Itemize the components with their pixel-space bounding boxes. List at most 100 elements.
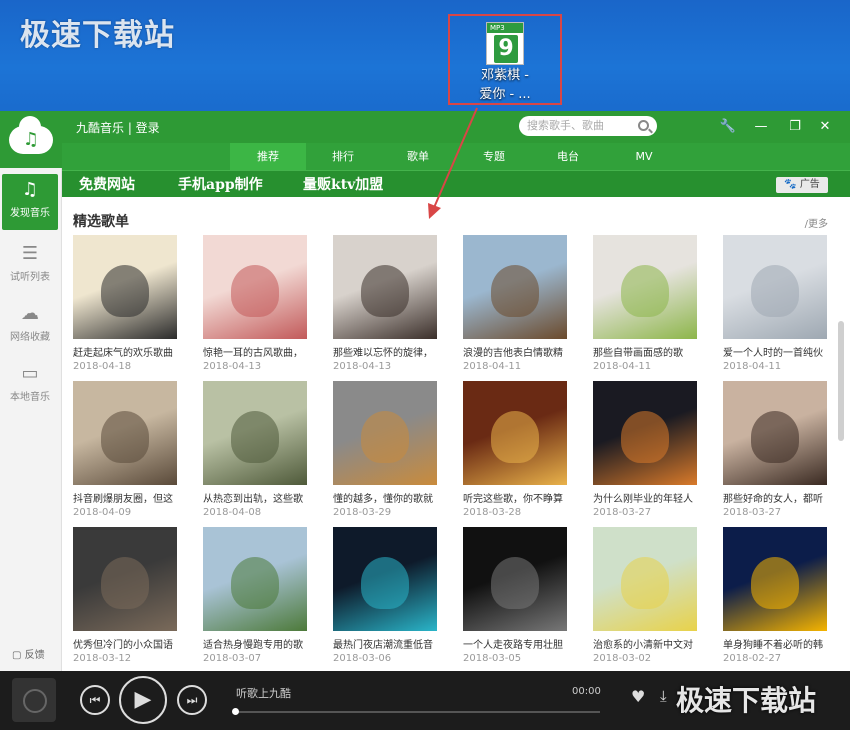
playlist-card[interactable]: 治愈系的小清新中文对 2018-03-02 [593, 527, 699, 666]
playlist-cover[interactable] [723, 527, 827, 631]
playlist-card[interactable]: 单身狗睡不着必听的韩 2018-02-27 [723, 527, 829, 666]
playlist-cover[interactable] [593, 527, 697, 631]
cover-art-shape [491, 557, 539, 609]
close-icon[interactable]: ✕ [815, 117, 835, 137]
playlist-card[interactable]: 抖音刷爆朋友圈，但这 2018-04-09 [73, 381, 179, 520]
desktop-mp3-file[interactable]: MP3 9 邓紫棋 - 爱你 - ... [448, 14, 562, 105]
tab-radio[interactable]: 电台 [530, 143, 606, 170]
playlist-title[interactable]: 赶走起床气的欢乐歌曲 [73, 347, 177, 360]
playlist-cover[interactable] [723, 381, 827, 485]
playlist-card[interactable]: 从热恋到出轨，这些歌 2018-04-08 [203, 381, 309, 520]
playlist-title[interactable]: 一个人走夜路专用壮胆 [463, 639, 567, 652]
sidebar-item-favorites[interactable]: ☁ 网络收藏 [2, 298, 58, 354]
playlist-cover[interactable] [463, 235, 567, 339]
playlist-cover[interactable] [73, 527, 177, 631]
sidebar-item-label: 网络收藏 [10, 332, 50, 343]
playlist-card[interactable]: 那些自带画面感的歌 2018-04-11 [593, 235, 699, 374]
tab-ranking[interactable]: 排行 [305, 143, 381, 170]
file-number-glyph: 9 [494, 35, 518, 63]
cover-art-shape [231, 265, 279, 317]
cover-art-shape [491, 265, 539, 317]
playlist-title[interactable]: 最热门夜店潮流重低音 [333, 639, 437, 652]
playlist-cover[interactable] [333, 381, 437, 485]
prev-button[interactable]: ⏮ [80, 685, 110, 715]
scrollbar-thumb[interactable] [838, 321, 844, 441]
playlist-title[interactable]: 从热恋到出轨，这些歌 [203, 493, 307, 506]
playlist-title[interactable]: 懂的越多，懂你的歌就 [333, 493, 437, 506]
playlist-cover[interactable] [203, 527, 307, 631]
playlist-title[interactable]: 优秀但冷门的小众国语 [73, 639, 177, 652]
playlist-title[interactable]: 那些难以忘怀的旋律， [333, 347, 437, 360]
playlist-card[interactable]: 惊艳一耳的古风歌曲， 2018-04-13 [203, 235, 309, 374]
tab-mv[interactable]: MV [606, 143, 682, 170]
feedback-link[interactable]: ▢ 反馈 [12, 646, 45, 661]
playlist-card[interactable]: 浪漫的吉他表白情歌精 2018-04-11 [463, 235, 569, 374]
list-icon: ☰ [21, 243, 39, 264]
playlist-cover[interactable] [203, 381, 307, 485]
playlist-title[interactable]: 那些好命的女人，都听 [723, 493, 827, 506]
play-icon: ▶ [134, 687, 152, 712]
playlist-title[interactable]: 抖音刷爆朋友圈，但这 [73, 493, 177, 506]
playlist-card[interactable]: 最热门夜店潮流重低音 2018-03-06 [333, 527, 439, 666]
promo-link-app[interactable]: 手机app制作 [178, 174, 263, 194]
playlist-card[interactable]: 优秀但冷门的小众国语 2018-03-12 [73, 527, 179, 666]
playlist-cover[interactable] [593, 381, 697, 485]
playlist-title[interactable]: 浪漫的吉他表白情歌精 [463, 347, 567, 360]
playlist-cover[interactable] [333, 235, 437, 339]
sidebar-item-listen-list[interactable]: ☰ 试听列表 [2, 238, 58, 294]
playlist-cover[interactable] [73, 381, 177, 485]
search-input[interactable]: 搜索歌手、歌曲 [519, 116, 657, 136]
wrench-icon[interactable]: 🔧 [718, 117, 738, 137]
playlist-card[interactable]: 为什么刚毕业的年轻人 2018-03-27 [593, 381, 699, 520]
tab-topics[interactable]: 专题 [456, 143, 532, 170]
playlist-title[interactable]: 那些自带画面感的歌 [593, 347, 697, 360]
playlist-cover[interactable] [463, 381, 567, 485]
playlist-cover[interactable] [593, 235, 697, 339]
sidebar-item-local[interactable]: ▭ 本地音乐 [2, 358, 58, 414]
playlist-date: 2018-02-27 [723, 653, 782, 664]
app-logo: ♫ [0, 111, 62, 168]
playlist-card[interactable]: 那些好命的女人，都听 2018-03-27 [723, 381, 829, 520]
play-button[interactable]: ▶ [119, 676, 167, 724]
playlist-card[interactable]: 爱一个人时的一首纯伙 2018-04-11 [723, 235, 829, 374]
playlist-title[interactable]: 为什么刚毕业的年轻人 [593, 493, 697, 506]
playlist-cover[interactable] [333, 527, 437, 631]
playlist-date: 2018-03-28 [463, 507, 522, 518]
playlist-card[interactable]: 适合热身慢跑专用的歌 2018-03-07 [203, 527, 309, 666]
ad-badge[interactable]: 🐾 广告 [776, 177, 828, 193]
next-button[interactable]: ⏭ [177, 685, 207, 715]
tab-playlists[interactable]: 歌单 [380, 143, 456, 170]
playlist-title[interactable]: 听完这些歌，你不睁算 [463, 493, 567, 506]
restore-icon[interactable]: ❐ [785, 117, 805, 137]
playlist-title[interactable]: 适合热身慢跑专用的歌 [203, 639, 307, 652]
progress-knob[interactable] [232, 708, 239, 715]
playlist-cover[interactable] [723, 235, 827, 339]
cover-art-shape [621, 411, 669, 463]
playlist-card[interactable]: 懂的越多，懂你的歌就 2018-03-29 [333, 381, 439, 520]
playlist-cover[interactable] [203, 235, 307, 339]
promo-bar: 免费网站 手机app制作 量贩ktv加盟 🐾 广告 [62, 170, 850, 197]
playlist-cover[interactable] [463, 527, 567, 631]
playlist-card[interactable]: 一个人走夜路专用壮胆 2018-03-05 [463, 527, 569, 666]
playlist-title[interactable]: 惊艳一耳的古风歌曲， [203, 347, 307, 360]
playlist-card[interactable]: 听完这些歌，你不睁算 2018-03-28 [463, 381, 569, 520]
heart-icon[interactable]: ♥ [631, 687, 645, 706]
playlist-card[interactable]: 那些难以忘怀的旋律， 2018-04-13 [333, 235, 439, 374]
minimize-icon[interactable]: — [751, 117, 771, 137]
download-icon[interactable]: ⤓ [660, 687, 667, 705]
playlist-card[interactable]: 赶走起床气的欢乐歌曲 2018-04-18 [73, 235, 179, 374]
playlist-cover[interactable] [73, 235, 177, 339]
playlist-title[interactable]: 治愈系的小清新中文对 [593, 639, 697, 652]
track-name: 听歌上九酷 [236, 687, 291, 700]
progress-bar[interactable] [232, 708, 600, 715]
more-link[interactable]: /更多 [805, 215, 828, 230]
album-disc-icon[interactable] [12, 678, 56, 722]
promo-link-ktv[interactable]: 量贩ktv加盟 [303, 174, 383, 194]
promo-link-free-site[interactable]: 免费网站 [79, 174, 135, 194]
playlist-title[interactable]: 单身狗睡不着必听的韩 [723, 639, 827, 652]
playlist-title[interactable]: 爱一个人时的一首纯伙 [723, 347, 827, 360]
search-icon[interactable] [638, 120, 649, 131]
sidebar-item-discover[interactable]: ♫ 发现音乐 [2, 174, 58, 230]
app-name-login[interactable]: 九酷音乐 | 登录 [76, 119, 160, 136]
tab-recommend[interactable]: 推荐 [230, 143, 306, 170]
